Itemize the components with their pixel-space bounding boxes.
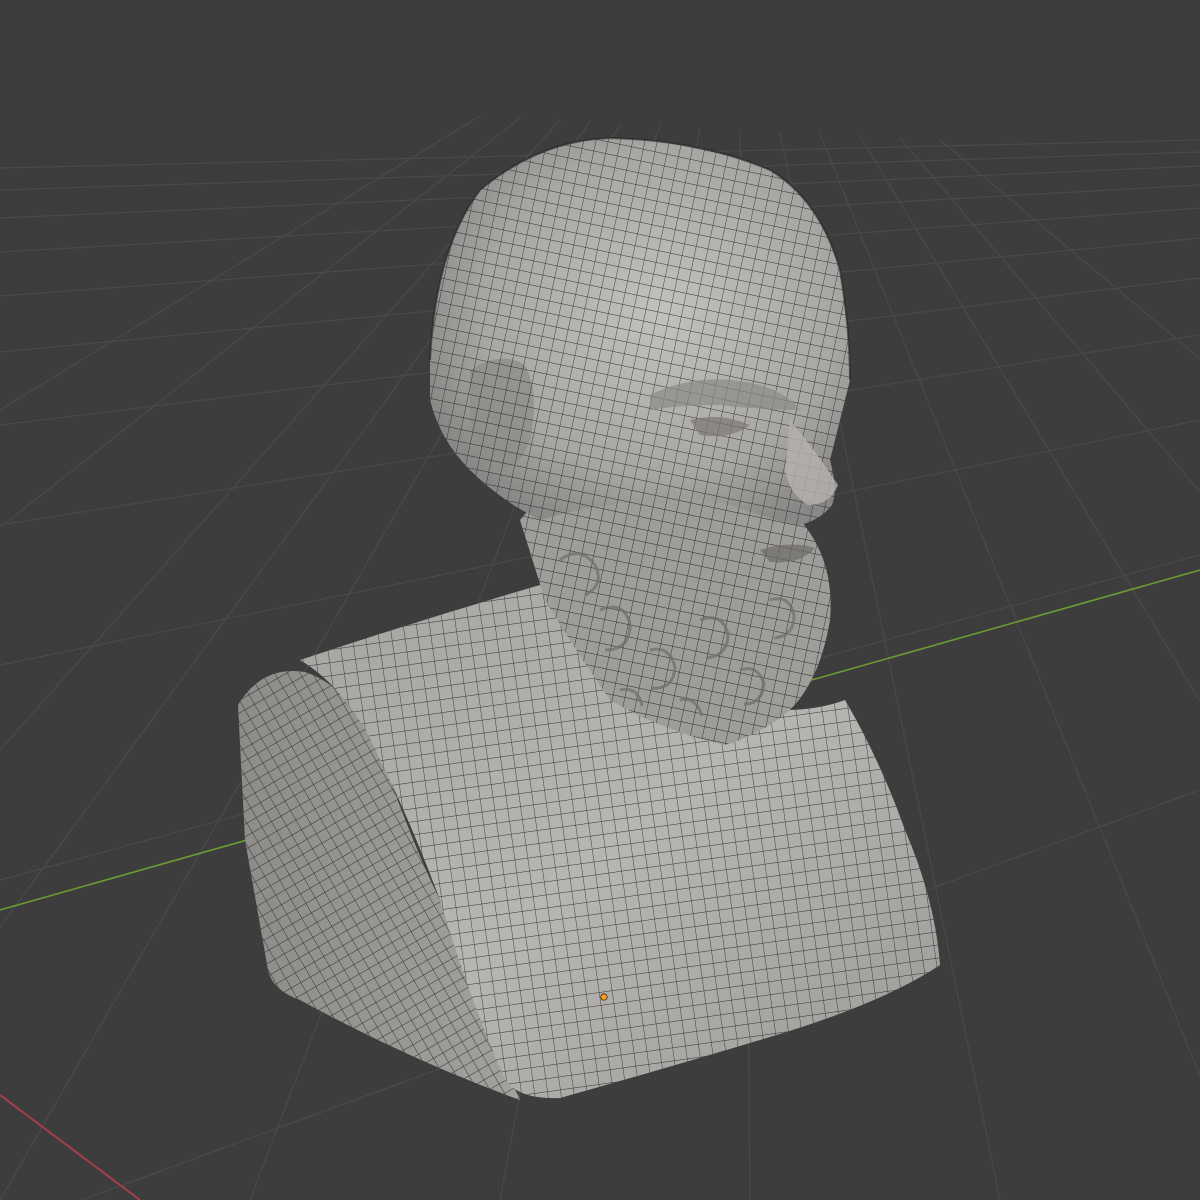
x-axis-line [0, 1094, 141, 1200]
3d-viewport[interactable] [0, 0, 1200, 1200]
object-origin-point[interactable] [600, 993, 608, 1001]
viewport-canvas[interactable] [0, 0, 1200, 1200]
bust-mesh[interactable] [238, 136, 940, 1100]
